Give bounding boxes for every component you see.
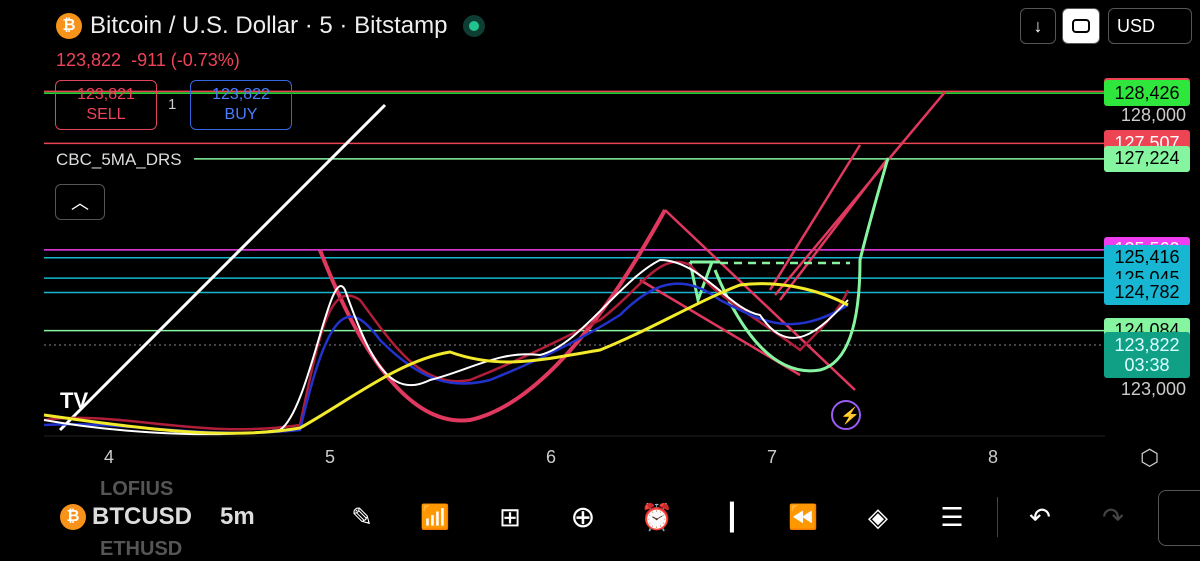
add-button[interactable]: ⊕ [563, 497, 603, 537]
price-level-label: 127,224 [1104, 145, 1190, 172]
layouts-button[interactable]: ⊞ [490, 497, 530, 537]
redo-button[interactable]: ↷ [1093, 497, 1133, 537]
sliders-icon: ☰ [940, 501, 964, 532]
sell-label: SELL [86, 106, 126, 123]
x-tick: 7 [767, 447, 778, 467]
y-tick: 128,000 [1120, 105, 1186, 126]
candlestick-icon: ┃ [724, 501, 740, 532]
symbol-button[interactable]: ₿ BTCUSD [60, 503, 192, 531]
settings-button[interactable]: ☰ [932, 497, 972, 537]
sell-price: 123,821 [77, 86, 135, 103]
sell-button[interactable]: 123,821 SELL [55, 80, 157, 130]
bitcoin-icon: ₿ [60, 504, 86, 530]
rewind-icon: ⏪ [788, 503, 818, 531]
price-level-label: 128,426 [1104, 80, 1190, 107]
chart-type-button[interactable]: ┃ [712, 497, 752, 537]
y-tick: 123,000 [1120, 378, 1186, 399]
replay-button[interactable]: ⏪ [783, 497, 823, 537]
chevron-up-icon: ︿ [71, 193, 89, 213]
ma-red [43, 260, 850, 431]
buy-button[interactable]: 123,822 BUY [190, 80, 292, 130]
chart-canvas[interactable]: TV ⚡ [0, 0, 1200, 478]
settings-hexagon-icon[interactable]: ⬡ [1140, 445, 1159, 471]
undo-icon: ↶ [1029, 501, 1051, 532]
projection-lines [768, 91, 946, 301]
x-tick: 5 [325, 447, 336, 467]
lightning-icon: ⚡ [840, 406, 860, 425]
bar-countdown: 03:38 [1124, 355, 1170, 375]
current-price: 123,822 [1114, 335, 1180, 355]
x-tick: 6 [546, 447, 557, 467]
chart-indicators-icon: 📶 [420, 503, 450, 531]
next-symbol[interactable]: ETHUSD [100, 538, 190, 561]
pencil-icon: ✎ [351, 501, 373, 532]
indicators-button[interactable]: 📶 [415, 497, 455, 537]
object-tree-button[interactable]: ◈ [858, 497, 898, 537]
ma-blue [43, 282, 849, 435]
collapse-legend-button[interactable]: ︿ [55, 184, 105, 220]
interval-button[interactable]: 5m [220, 503, 255, 531]
drawing-tools-button[interactable]: ✎ [342, 497, 382, 537]
buy-price: 123,822 [212, 86, 270, 103]
grid-icon: ⊞ [499, 501, 521, 532]
alarm-clock-icon: ⏰ [640, 501, 674, 532]
price-line [43, 258, 849, 436]
ma-yellow [43, 282, 849, 435]
plus-circle-icon: ⊕ [570, 500, 596, 534]
prev-symbol[interactable]: LOFIUS [100, 478, 190, 501]
alert-button[interactable]: ⏰ [637, 497, 677, 537]
x-tick: 4 [104, 447, 115, 467]
toolbar-divider [997, 497, 998, 537]
symbol-label: BTCUSD [92, 503, 192, 530]
fullscreen-toggle[interactable] [1158, 490, 1200, 546]
x-tick: 8 [988, 447, 999, 467]
order-quantity[interactable]: 1 [168, 96, 176, 113]
undo-button[interactable]: ↶ [1020, 497, 1060, 537]
indicator-legend[interactable]: CBC_5MA_DRS [44, 148, 194, 172]
layers-icon: ◈ [868, 501, 888, 532]
tradingview-logo: TV [60, 388, 88, 413]
current-price-label: 123,822 03:38 [1104, 332, 1190, 378]
redo-icon: ↷ [1102, 501, 1124, 532]
price-level-label: 124,782 [1104, 279, 1190, 306]
buy-label: BUY [224, 106, 258, 123]
